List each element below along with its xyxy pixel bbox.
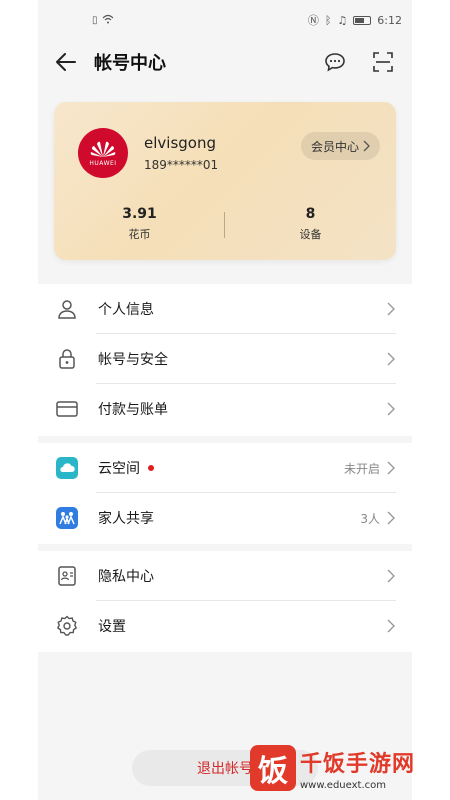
- stat-label: 设备: [299, 228, 322, 241]
- menu-item-label: 付款与账单: [98, 402, 168, 418]
- clock: 6:12: [377, 13, 402, 27]
- privacy-settings-group: 隐私中心 设置: [38, 551, 412, 652]
- chevron-right-icon: [363, 140, 370, 152]
- huawei-logo-icon: [90, 141, 116, 157]
- chevron-right-icon: [387, 511, 395, 525]
- stats-divider: [224, 212, 225, 238]
- phone-number: 189******01: [144, 158, 219, 172]
- status-bar: ▯ Ⓝ ᛒ ♫ 6:12: [38, 0, 412, 40]
- menu-item-value: 未开启: [343, 461, 380, 476]
- wifi-icon: [102, 14, 114, 27]
- services-group: 云空间 未开启 家人共享 3人: [38, 443, 412, 544]
- menu-item-account-security[interactable]: 帐号与安全: [38, 334, 412, 384]
- menu-item-label: 帐号与安全: [98, 352, 168, 368]
- menu-item-payment-billing[interactable]: 付款与账单: [38, 384, 412, 434]
- privacy-icon: [56, 565, 78, 587]
- back-arrow-icon[interactable]: [56, 52, 76, 72]
- account-settings-group: 个人信息 帐号与安全 付款与账单: [38, 284, 412, 436]
- avatar-logo-text: HUAWEI: [89, 160, 117, 167]
- notification-dot: [148, 465, 154, 471]
- account-stats: 3.91 花币 8 设备: [54, 206, 396, 242]
- chevron-right-icon: [387, 461, 395, 475]
- chevron-right-icon: [387, 619, 395, 633]
- watermark-seal: 饭: [250, 745, 296, 791]
- screen: ▯ Ⓝ ᛒ ♫ 6:12 帐号中心 HUAWEI elvisgong 189**…: [38, 0, 412, 800]
- menu-item-label: 云空间: [98, 461, 140, 477]
- stat-devices[interactable]: 8 设备: [225, 206, 396, 242]
- sim-icon: ▯: [92, 14, 98, 26]
- stat-label: 花币: [128, 228, 151, 241]
- menu-item-personal-info[interactable]: 个人信息: [38, 284, 412, 334]
- menu-item-label: 家人共享: [98, 511, 154, 527]
- menu-item-value: 3人: [360, 511, 380, 526]
- scan-icon[interactable]: [372, 51, 394, 73]
- chevron-right-icon: [387, 352, 395, 366]
- avatar[interactable]: HUAWEI: [78, 128, 128, 178]
- chevron-right-icon: [387, 302, 395, 316]
- bluetooth-icon: ᛒ: [324, 13, 332, 27]
- username: elvisgong: [144, 134, 216, 152]
- menu-item-family-sharing[interactable]: 家人共享 3人: [38, 493, 412, 543]
- settings-icon: [56, 615, 78, 637]
- menu-item-privacy-center[interactable]: 隐私中心: [38, 551, 412, 601]
- stat-value: 3.91: [122, 206, 157, 222]
- person-icon: [56, 298, 78, 320]
- cloud-icon: [56, 457, 78, 479]
- stat-value: 8: [305, 206, 316, 222]
- message-icon[interactable]: [324, 51, 346, 73]
- member-center-label: 会员中心: [310, 139, 359, 154]
- menu-item-label: 隐私中心: [98, 569, 154, 585]
- menu-item-label: 个人信息: [98, 302, 154, 318]
- lock-icon: [56, 348, 78, 370]
- battery-icon: [353, 15, 372, 25]
- family-icon: [56, 507, 78, 529]
- page-title: 帐号中心: [94, 53, 166, 74]
- card-icon: [56, 398, 78, 420]
- site-watermark: 饭 千饭手游网 www.eduext.com: [250, 736, 450, 800]
- stat-huabi[interactable]: 3.91 花币: [54, 206, 225, 242]
- account-card: HUAWEI elvisgong 189******01 会员中心 3.91 花…: [54, 102, 396, 260]
- menu-item-settings[interactable]: 设置: [38, 601, 412, 651]
- watermark-url: www.eduext.com: [300, 779, 386, 791]
- mute-icon: ♫: [337, 13, 348, 27]
- chevron-right-icon: [387, 569, 395, 583]
- menu-item-label: 设置: [98, 619, 126, 635]
- member-center-button[interactable]: 会员中心: [300, 132, 380, 160]
- nfc-icon: Ⓝ: [307, 14, 319, 27]
- chevron-right-icon: [387, 402, 395, 416]
- watermark-name: 千饭手游网: [300, 751, 416, 777]
- app-header: 帐号中心: [38, 40, 412, 84]
- menu-item-cloud-space[interactable]: 云空间 未开启: [38, 443, 412, 493]
